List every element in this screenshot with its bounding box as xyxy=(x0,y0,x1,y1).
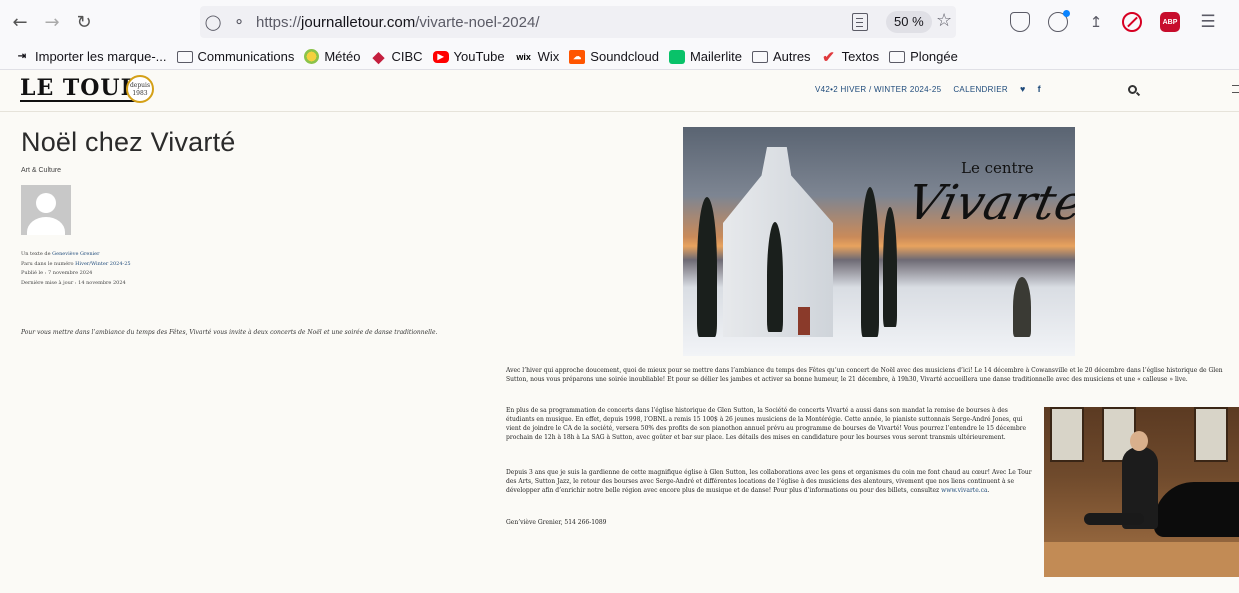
bookmark-meteo[interactable]: Météo xyxy=(304,49,360,64)
folder-icon xyxy=(176,50,193,63)
window-shape xyxy=(1050,407,1084,462)
logo-badge[interactable]: depuis 1983 xyxy=(126,75,154,103)
issue-link[interactable]: Hiver/Winter 2024-25 xyxy=(75,261,130,267)
pianist-head xyxy=(1130,431,1148,451)
site-nav: V42•2 HIVER / WINTER 2024-25 CALENDRIER … xyxy=(815,84,1053,94)
meta-issue: Paru dans le numéro Hiver/Winter 2024-25 xyxy=(21,260,131,267)
hamburger-menu-icon[interactable]: ☰ xyxy=(1198,12,1218,32)
meteo-icon xyxy=(304,49,320,64)
church-door xyxy=(798,307,810,335)
hero-image: Le centre Vivarte xyxy=(683,127,1075,356)
textos-icon: ✔ xyxy=(822,48,835,66)
site-menu-icon[interactable] xyxy=(1232,85,1239,93)
block-icon[interactable] xyxy=(1122,12,1142,32)
wix-icon: wix xyxy=(516,51,531,62)
lock-icon[interactable]: ⚬ xyxy=(226,13,252,31)
import-icon: ⇥ xyxy=(17,51,27,62)
folder-icon xyxy=(751,50,768,63)
facebook-icon[interactable]: f xyxy=(1038,84,1041,94)
bookmark-textos[interactable]: ✔ Textos xyxy=(821,48,879,66)
adblock-icon[interactable]: ABP xyxy=(1160,12,1180,32)
url-text[interactable]: https://journalletour.com/vivarte-noel-2… xyxy=(256,14,540,31)
category-link[interactable]: Art & Culture xyxy=(21,167,61,174)
paragraph-4: Gen’viève Grenier, 514 266-1089 xyxy=(506,519,607,526)
paragraph-3: Depuis 3 ans que je suis la gardienne de… xyxy=(506,469,1032,494)
tree-shape xyxy=(883,207,897,327)
reader-view-icon[interactable] xyxy=(852,13,868,31)
paragraph-1: Avec l’hiver qui approche doucement, quo… xyxy=(506,367,1223,383)
bookmark-star-icon[interactable]: ☆ xyxy=(936,10,952,31)
share-icon[interactable]: ↥ xyxy=(1086,12,1106,32)
nav-issue-link[interactable]: V42•2 HIVER / WINTER 2024-25 xyxy=(815,85,941,94)
paragraph-2: En plus de sa programmation de concerts … xyxy=(506,407,1027,441)
article-lede: Pour vous mettre dans l’ambiance du temp… xyxy=(21,329,438,336)
site-header: LE TOUR depuis 1983 V42•2 HIVER / WINTER … xyxy=(0,70,1239,112)
bookmarks-bar: ⇥ Importer les marque-... Communications … xyxy=(0,44,1239,70)
back-arrow-icon[interactable]: ← xyxy=(4,6,36,38)
bookmark-autres[interactable]: Autres xyxy=(751,49,811,64)
author-link[interactable]: Geneviève Grenier xyxy=(52,251,99,257)
floor-shape xyxy=(1044,542,1239,577)
bookmark-youtube[interactable]: ▶ YouTube xyxy=(432,49,505,64)
bookmark-import[interactable]: ⇥ Importer les marque-... xyxy=(14,49,167,64)
meta-author: Un texte de Geneviève Grenier xyxy=(21,251,100,257)
tree-shape xyxy=(861,187,879,337)
reload-icon[interactable]: ↻ xyxy=(68,6,100,38)
nav-calendar-link[interactable]: CALENDRIER xyxy=(953,85,1008,94)
soundcloud-icon: ☁ xyxy=(569,49,586,64)
pianist-photo xyxy=(1044,407,1239,577)
bookmark-soundcloud[interactable]: ☁ Soundcloud xyxy=(569,49,659,64)
bookmark-cibc[interactable]: ◆ CIBC xyxy=(370,48,423,66)
window-shape xyxy=(1194,407,1228,462)
heart-icon[interactable]: ♥ xyxy=(1020,84,1026,94)
pianist-legs xyxy=(1084,513,1144,525)
hero-caption-big: Vivarte xyxy=(902,175,1075,231)
zoom-level[interactable]: 50 % xyxy=(886,11,932,33)
pocket-icon[interactable] xyxy=(1010,12,1030,32)
cibc-icon: ◆ xyxy=(372,48,385,66)
forward-arrow-icon[interactable]: → xyxy=(36,6,68,38)
bookmark-wix[interactable]: wix Wix xyxy=(515,49,559,64)
page-title: Noël chez Vivarté xyxy=(21,127,236,157)
piano-shape xyxy=(1154,482,1239,537)
youtube-icon: ▶ xyxy=(432,50,449,63)
mailerlite-icon xyxy=(668,49,685,64)
shield-icon[interactable]: ◯ xyxy=(200,13,226,31)
article-meta: Un texte de Geneviève Grenier Paru dans … xyxy=(21,250,131,288)
bookmark-mailerlite[interactable]: Mailerlite xyxy=(668,49,742,64)
url-bar[interactable]: ◯ ⚬ https://journalletour.com/vivarte-no… xyxy=(200,6,956,38)
browser-toolbar: ← → ↻ ◯ ⚬ https://journalletour.com/viva… xyxy=(0,0,1239,44)
tree-shape xyxy=(1013,277,1031,337)
bookmark-plongee[interactable]: Plongée xyxy=(889,49,958,64)
meta-updated: Dernière mise à jour : 14 novembre 2024 xyxy=(21,279,126,286)
vivarte-link[interactable]: www.vivarte.ca xyxy=(941,487,988,494)
account-icon[interactable] xyxy=(1048,10,1070,32)
author-avatar xyxy=(21,185,71,235)
site-logo[interactable]: LE TOUR xyxy=(20,76,140,102)
folder-icon xyxy=(889,50,906,63)
search-icon[interactable] xyxy=(1128,85,1137,94)
meta-published: Publié le : 7 novembre 2024 xyxy=(21,270,93,276)
bookmark-communications[interactable]: Communications xyxy=(176,49,294,64)
tree-shape xyxy=(697,197,717,337)
tree-shape xyxy=(767,222,783,332)
